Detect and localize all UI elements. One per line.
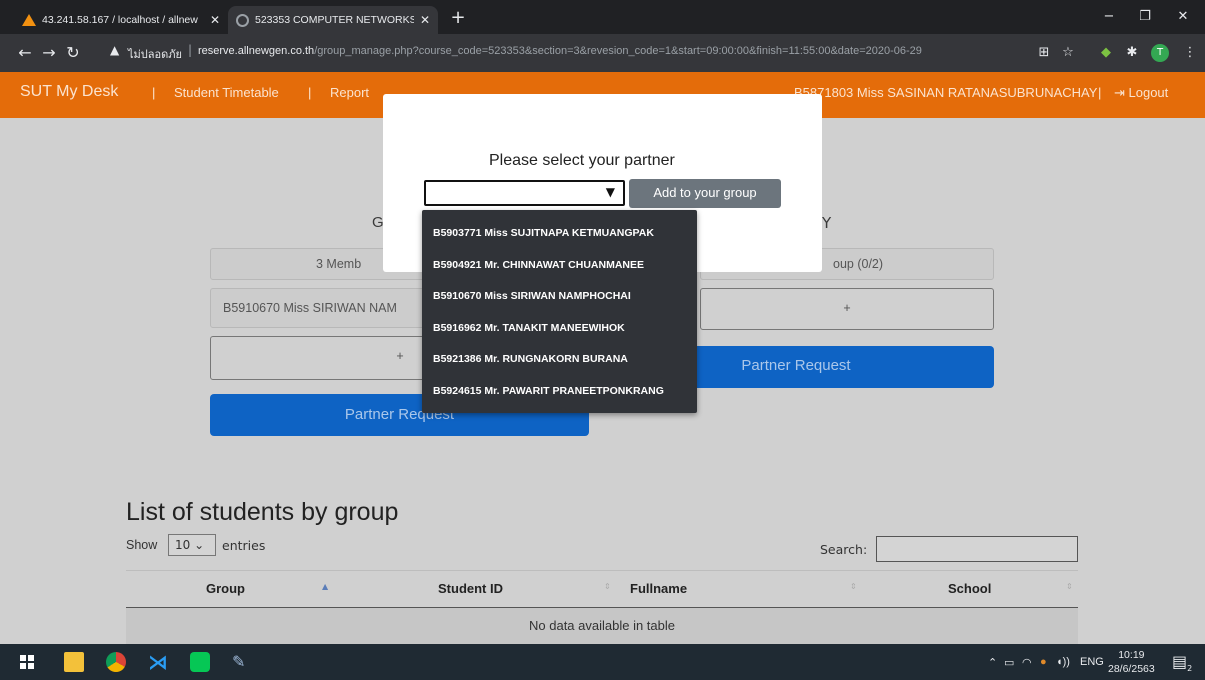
tab-label: 523353 COMPUTER NETWORKS xyxy=(255,14,414,26)
search-label: Search: xyxy=(820,542,868,557)
partner-option[interactable]: B5921386 Mr. RUNGNAKORN BURANA xyxy=(422,344,697,376)
extension-icon[interactable]: ◆ xyxy=(1096,43,1116,63)
warning-icon[interactable]: ▲ xyxy=(110,43,119,57)
partner-options-list: B5903771 Miss SUJITNAPA KETMUANGPAK B590… xyxy=(422,210,697,413)
site-brand[interactable]: SUT My Desk xyxy=(20,83,118,101)
browser-toolbar: ← → ↻ ▲ ไม่ปลอดภัย | reserve.allnewgen.c… xyxy=(0,34,1205,72)
url-path: /group_manage.php?course_code=523353&sec… xyxy=(314,45,922,57)
page-size-value: 10 xyxy=(175,538,191,552)
empty-table-row: No data available in table xyxy=(126,608,1078,644)
list-title: List of students by group xyxy=(126,498,399,526)
globe-favicon-icon xyxy=(236,13,249,27)
phpmyadmin-favicon-icon xyxy=(22,14,36,26)
my-group-heading: G xyxy=(372,214,384,231)
tray-app-icon[interactable]: ● xyxy=(1040,656,1047,668)
column-header-fullname[interactable]: Fullname xyxy=(630,581,687,596)
profile-avatar[interactable]: T xyxy=(1151,44,1169,62)
tray-wifi-icon[interactable]: ◠ xyxy=(1022,656,1032,669)
menu-kebab-icon[interactable]: ⋮ xyxy=(1180,43,1200,63)
bookmark-star-icon[interactable]: ☆ xyxy=(1058,43,1078,63)
close-window-button[interactable]: ✕ xyxy=(1168,6,1198,28)
column-header-school[interactable]: School xyxy=(948,581,991,596)
tray-chevron-up-icon[interactable]: ⌃ xyxy=(988,656,997,669)
tab-phpmyadmin[interactable]: 43.241.58.167 / localhost / allnew ✕ xyxy=(14,6,228,34)
nav-report[interactable]: Report xyxy=(330,85,369,100)
show-label: Show xyxy=(126,538,158,552)
windows-taskbar: ⋊ ✎ ⌃ ▭ ◠ ● ◖)) ENG 10:19 28/6/2563 ▤2 xyxy=(0,644,1205,680)
new-tab-button[interactable]: + xyxy=(446,6,470,30)
tray-network-icon[interactable]: ▭ xyxy=(1004,656,1014,669)
notification-count: 2 xyxy=(1187,664,1193,674)
reload-icon[interactable]: ↻ xyxy=(62,42,84,64)
sort-icon[interactable]: ⇕ xyxy=(850,582,857,591)
logout-icon: ⇥ xyxy=(1114,85,1129,100)
input-language[interactable]: ENG xyxy=(1080,656,1104,668)
table-header: Group ▲ Student ID ⇕ Fullname ⇕ School ⇕ xyxy=(126,570,1078,608)
back-arrow-icon[interactable]: ← xyxy=(14,42,36,64)
file-explorer-icon[interactable] xyxy=(64,652,84,672)
notification-center-icon[interactable]: ▤2 xyxy=(1172,652,1192,673)
minimize-button[interactable]: − xyxy=(1094,6,1124,28)
tab-label: 43.241.58.167 / localhost / allnew xyxy=(42,14,198,26)
paint-icon[interactable]: ✎ xyxy=(232,652,252,672)
nav-user: B5871803 Miss SASINAN RATANASUBRUNACHAY xyxy=(794,85,1098,100)
vscode-icon[interactable]: ⋊ xyxy=(148,652,168,672)
partner-option[interactable]: B5924615 Mr. PAWARIT PRANEETPONKRANG xyxy=(422,376,697,408)
tray-volume-icon[interactable]: ◖)) xyxy=(1056,656,1070,668)
not-secure-label[interactable]: ไม่ปลอดภัย xyxy=(128,45,182,63)
tab-computer-networks[interactable]: 523353 COMPUTER NETWORKS ✕ xyxy=(228,6,438,34)
nav-separator: | xyxy=(308,85,312,100)
nav-student-timetable[interactable]: Student Timetable xyxy=(174,85,279,100)
windows-start-icon[interactable] xyxy=(20,655,34,669)
chrome-icon[interactable] xyxy=(106,652,126,672)
close-tab-icon[interactable]: ✕ xyxy=(210,13,220,27)
extensions-puzzle-icon[interactable]: ✱ xyxy=(1122,43,1142,63)
line-app-icon[interactable] xyxy=(190,652,210,672)
partner-option[interactable]: B5904921 Mr. CHINNAWAT CHUANMANEE xyxy=(422,250,697,282)
entries-label: entries xyxy=(222,538,266,553)
partner-option[interactable]: B5903771 Miss SUJITNAPA KETMUANGPAK xyxy=(422,218,697,250)
chevron-down-icon: ⌄ xyxy=(194,538,205,552)
logout-label: Logout xyxy=(1128,85,1169,100)
forward-arrow-icon[interactable]: → xyxy=(38,42,60,64)
modal-title: Please select your partner xyxy=(489,152,675,169)
partner-select[interactable]: ▼ xyxy=(424,180,625,206)
nav-separator: | xyxy=(1098,85,1102,100)
add-to-group-button[interactable]: Add to your group xyxy=(629,179,781,208)
column-header-student-id[interactable]: Student ID xyxy=(438,581,503,596)
address-bar[interactable]: reserve.allnewgen.co.th/group_manage.php… xyxy=(198,45,922,57)
nav-separator: | xyxy=(152,85,156,100)
sort-icon[interactable]: ⇕ xyxy=(1066,582,1073,591)
column-header-group[interactable]: Group xyxy=(206,581,245,596)
clock-time: 10:19 xyxy=(1118,649,1145,661)
clock-date: 28/6/2563 xyxy=(1108,663,1155,675)
logout-link[interactable]: ⇥ Logout xyxy=(1114,85,1168,101)
clock[interactable]: 10:19 28/6/2563 xyxy=(1108,648,1155,676)
dropdown-arrow-icon: ▼ xyxy=(605,185,615,199)
search-input[interactable] xyxy=(876,536,1078,562)
add-partner-slot[interactable]: + xyxy=(700,288,994,330)
sort-asc-icon[interactable]: ▲ xyxy=(322,582,328,591)
partner-option[interactable]: B5910670 Miss SIRIWAN NAMPHOCHAI xyxy=(422,281,697,313)
close-tab-icon[interactable]: ✕ xyxy=(420,13,430,27)
page-size-select[interactable]: 10 ⌄ xyxy=(168,534,216,556)
maximize-button[interactable]: ❐ xyxy=(1130,6,1160,28)
translate-icon[interactable]: ⊞ xyxy=(1034,43,1054,63)
browser-tab-strip: 43.241.58.167 / localhost / allnew ✕ 523… xyxy=(0,0,1205,34)
sort-icon[interactable]: ⇕ xyxy=(604,582,611,591)
other-group-heading: Y xyxy=(822,214,832,232)
url-host: reserve.allnewgen.co.th xyxy=(198,45,315,57)
partner-option[interactable]: B5916962 Mr. TANAKIT MANEEWIHOK xyxy=(422,313,697,345)
address-separator: | xyxy=(188,43,193,57)
